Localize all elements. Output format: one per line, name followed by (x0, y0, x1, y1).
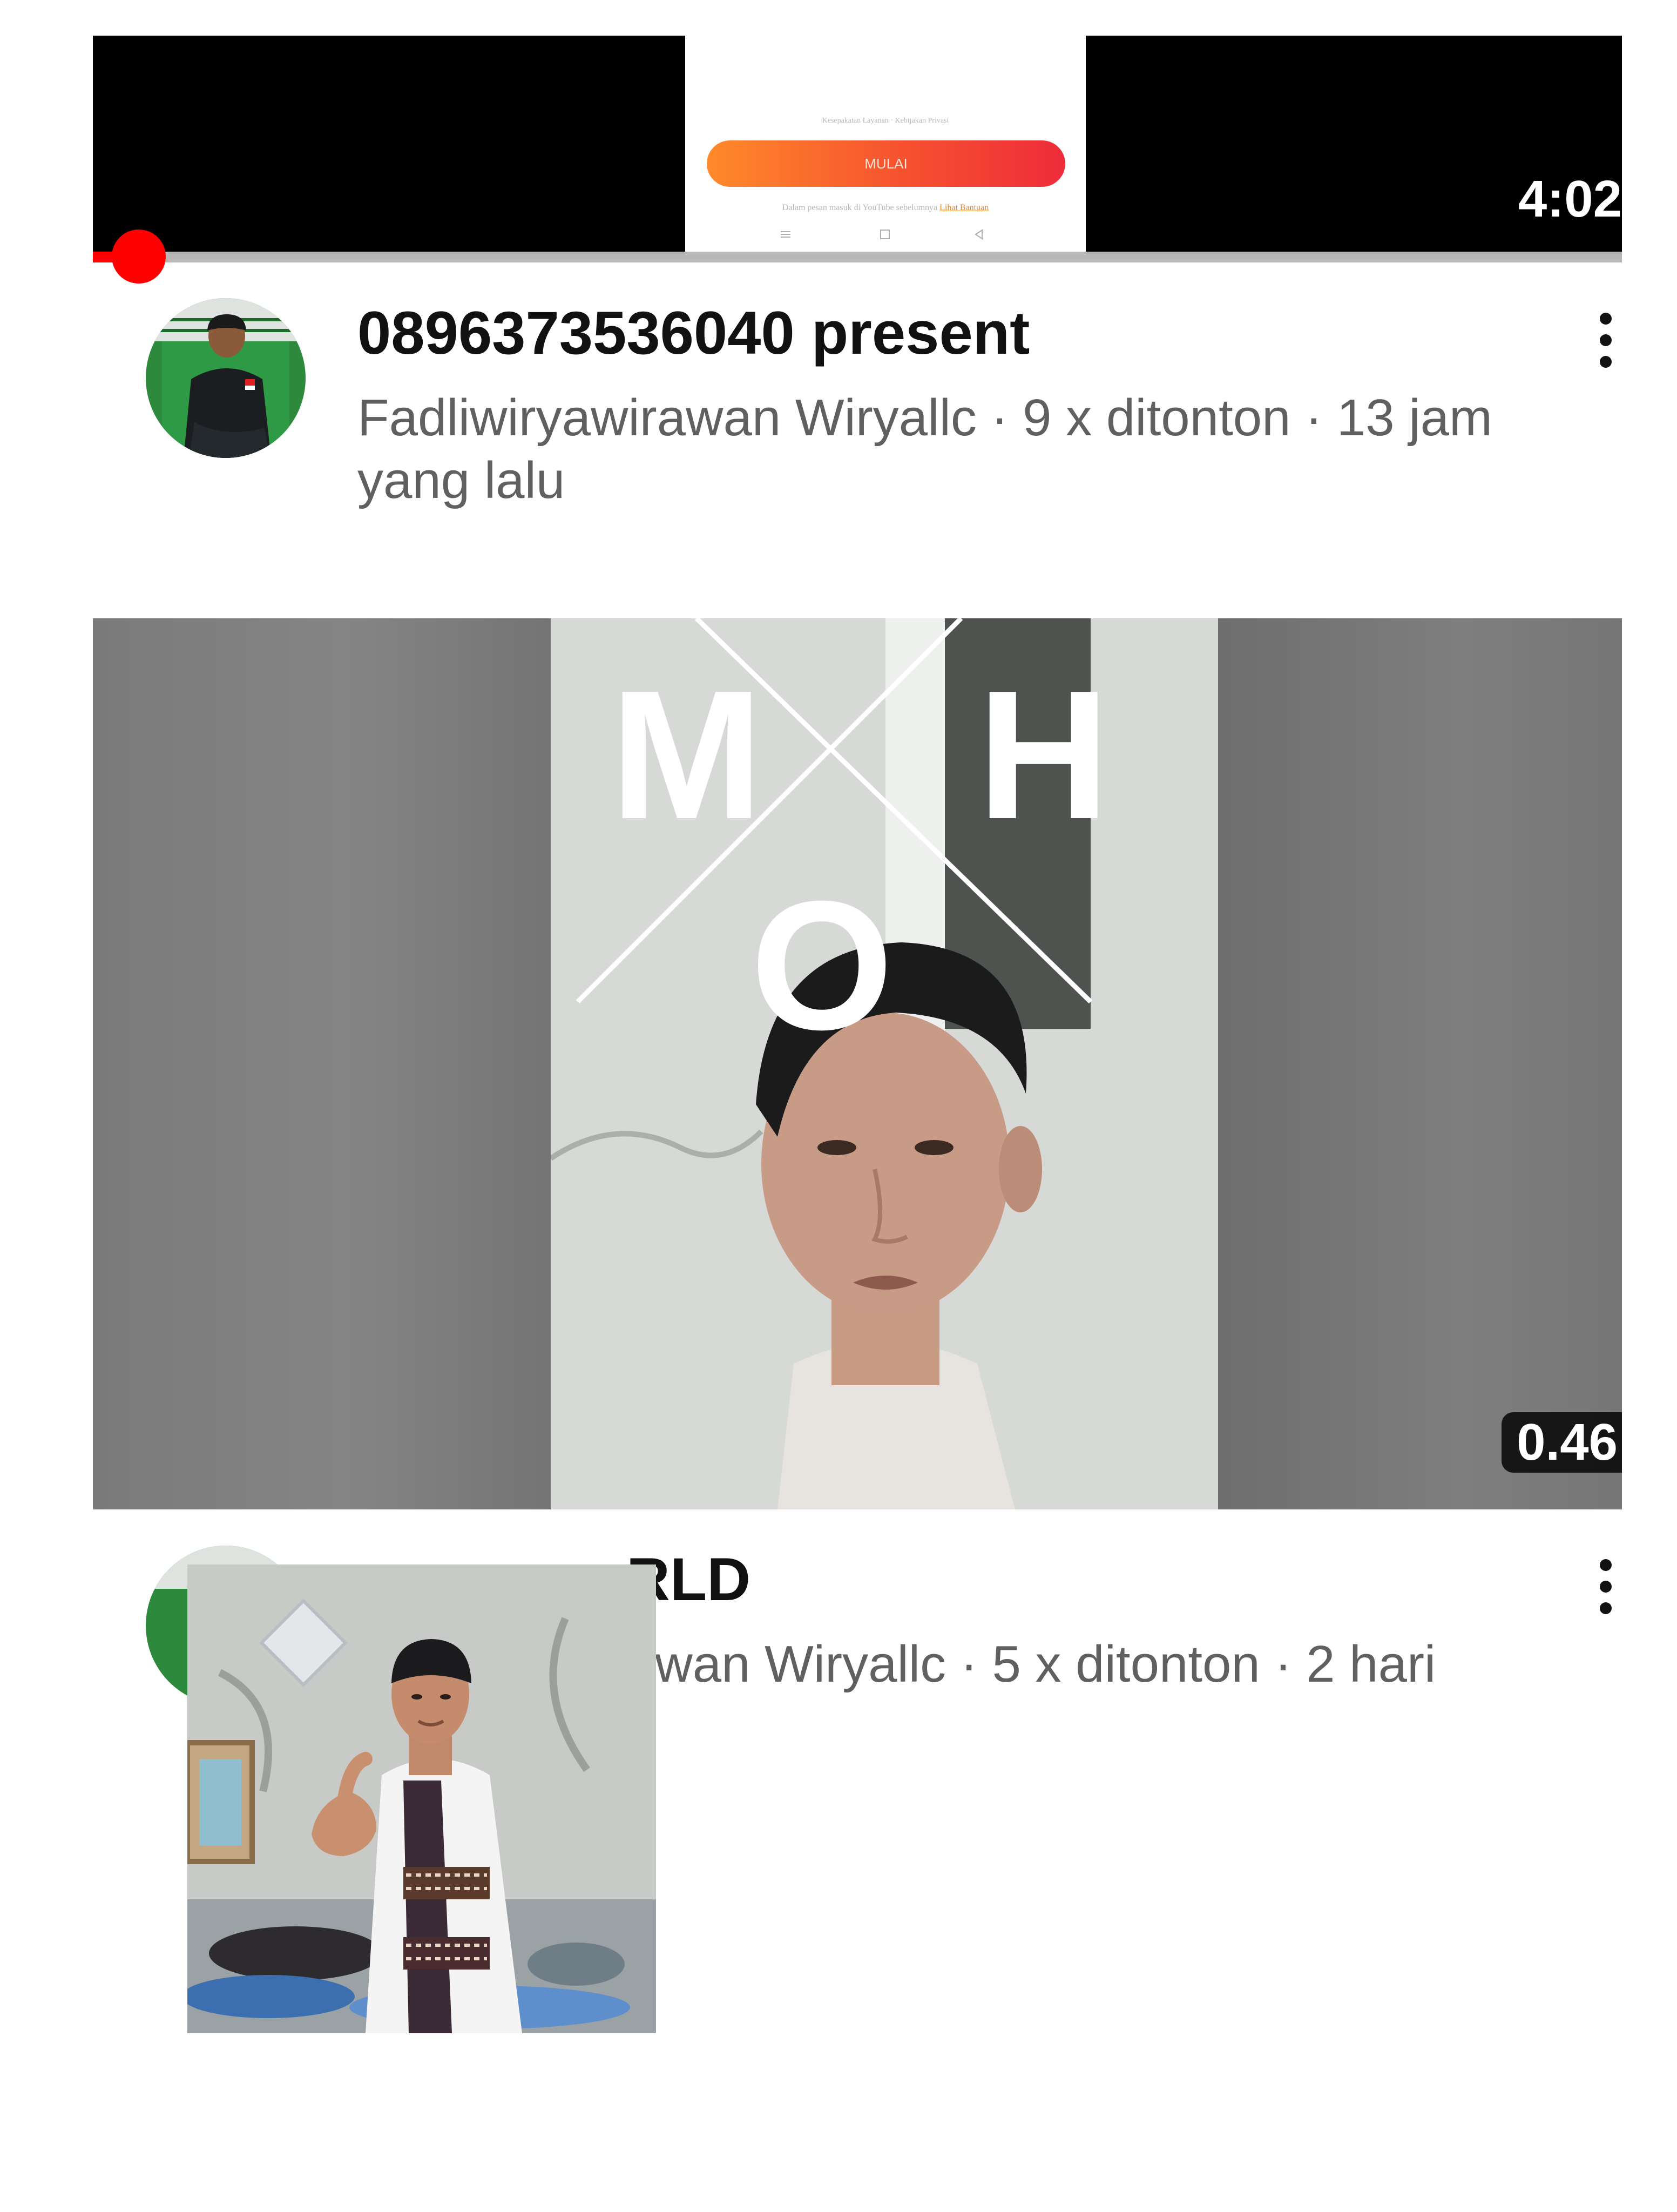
triangle-back-icon (972, 228, 985, 241)
thumbnail-blur-right (1218, 618, 1622, 1509)
logo-letter-o: O (750, 863, 893, 1068)
video-thumbnail-1[interactable]: Kesepakatan Layanan · Kebijakan Privasi … (93, 36, 1622, 262)
thumbnail-screenshot-panel: Kesepakatan Layanan · Kebijakan Privasi … (685, 36, 1086, 262)
thumbnail-help-link: Lihat Bantuan (939, 203, 989, 212)
thumbnail-top-text: Kesepakatan Layanan · Kebijakan Privasi (822, 117, 949, 125)
video-title[interactable]: 0896373536040 present (357, 299, 1030, 367)
video-metadata: Fadliwiryawirawan Wiryallc · 9 x ditonto… (357, 389, 1492, 509)
logo-letter-m: M (610, 652, 763, 858)
thumbnail-mulai-button: MULAI (707, 140, 1065, 187)
thumbnail-video-frame: M H O (549, 618, 1218, 1509)
lines-recent-icon (779, 228, 792, 241)
video-duration-badge: 0.46 (1502, 1412, 1622, 1473)
thumbnail-help-text: Dalam pesan masuk di YouTube sebelumnya … (685, 203, 1086, 213)
video-duration-badge: 4:02 (1518, 170, 1622, 228)
thumbnail-help-line: Dalam pesan masuk di YouTube sebelumnya (782, 203, 938, 212)
square-home-icon (878, 228, 891, 241)
video-metadata: awan Wiryallc · 5 x ditonton · 2 hari (626, 1635, 1436, 1693)
overlay-photo (187, 1564, 656, 2033)
watch-progress-handle (111, 230, 166, 284)
logo-letter-h: H (977, 652, 1110, 858)
vertical-dots-icon[interactable] (1590, 1549, 1622, 1624)
video-thumbnail-2[interactable]: M H O 0.46 (93, 618, 1622, 1509)
vertical-dots-icon[interactable] (1590, 302, 1622, 378)
channel-avatar[interactable] (146, 298, 306, 458)
thumbnail-blur-left (93, 618, 551, 1509)
watch-progress-track (93, 252, 1622, 262)
